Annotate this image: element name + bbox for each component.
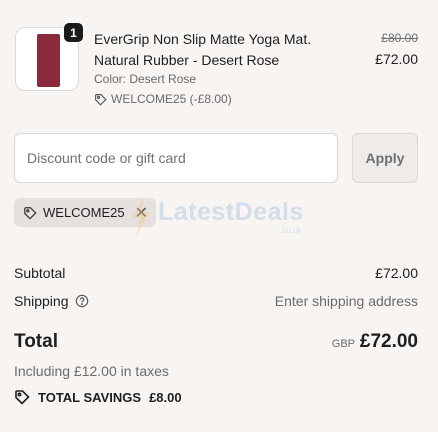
total-value: £72.00 [359, 331, 418, 352]
original-price: £80.00 [381, 31, 418, 45]
savings-value: £8.00 [149, 389, 182, 405]
shipping-label-row: Shipping [14, 293, 89, 309]
applied-code-label: WELCOME25 [43, 205, 125, 220]
savings-tag-icon [15, 390, 30, 405]
savings-label: TOTAL SAVINGS [38, 389, 142, 405]
total-savings: TOTAL SAVINGS £8.00 [14, 389, 182, 405]
quantity-badge: 1 [63, 22, 84, 43]
product-variant: Color: Desert Rose [94, 72, 197, 86]
apply-button[interactable]: Apply [352, 133, 418, 183]
subtotal-label: Subtotal [14, 265, 66, 281]
discount-code-input[interactable] [14, 133, 338, 183]
product-discount: WELCOME25 (-£8.00) [94, 92, 232, 106]
tag-icon [95, 93, 107, 106]
watermark-text: LatestDeals [158, 198, 304, 226]
remove-discount-icon[interactable]: ✕ [135, 203, 148, 223]
subtotal-value: £72.00 [375, 265, 418, 281]
shipping-value: Enter shipping address [274, 293, 418, 309]
total-label: Total [14, 331, 58, 352]
watermark: LatestDeals .co.uk [130, 196, 320, 240]
yoga-mat-image [37, 34, 60, 87]
shipping-label: Shipping [14, 293, 69, 309]
watermark-sub: .co.uk [280, 226, 302, 235]
tax-note: Including £12.00 in taxes [14, 363, 169, 379]
line-price: £72.00 [375, 51, 418, 67]
currency-code: GBP [331, 338, 355, 350]
tag-icon [24, 206, 37, 220]
product-discount-label: WELCOME25 (-£8.00) [111, 92, 232, 106]
product-name: EverGrip Non Slip Matte Yoga Mat. Natura… [94, 31, 312, 68]
applied-discount-chip: WELCOME25 ✕ [14, 198, 157, 227]
help-icon[interactable] [75, 294, 89, 308]
